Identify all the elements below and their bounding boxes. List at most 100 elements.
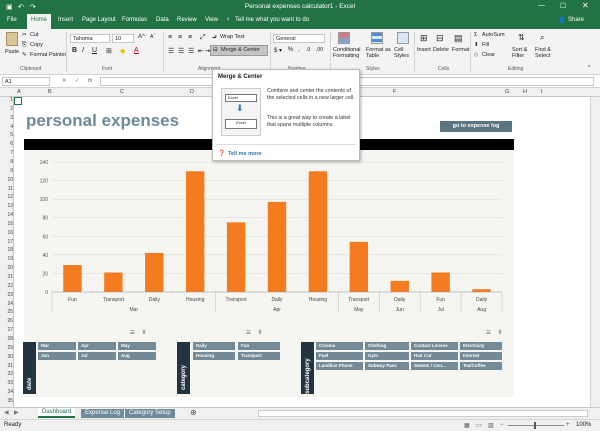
slicer-item-jun[interactable]: Jun (38, 352, 76, 360)
row-header[interactable]: 9 (0, 168, 13, 174)
fill-button[interactable]: Fill (482, 42, 489, 48)
slicer-item-jul[interactable]: Jul (78, 352, 116, 360)
align-right-icon[interactable]: ☰ (188, 47, 194, 55)
font-name-select[interactable]: Tahoma (70, 34, 110, 43)
tab-formulas[interactable]: Formulas (122, 17, 147, 23)
merge-icon[interactable]: ⊟ (213, 47, 218, 53)
fx-icon[interactable]: fx (88, 78, 92, 84)
slicer-item-transport[interactable]: Transport (238, 352, 280, 360)
vertical-scrollbar[interactable] (590, 97, 600, 407)
name-box[interactable]: A1 (2, 77, 50, 86)
autosum-button[interactable]: AutoSum (482, 32, 505, 38)
multi-select-icon[interactable]: ☰ (246, 330, 251, 336)
row-header[interactable]: 29 (0, 345, 13, 351)
align-top-icon[interactable]: ≡ (168, 34, 172, 41)
orientation-icon[interactable]: ⤢ (200, 34, 206, 42)
column-header[interactable]: I (541, 89, 543, 95)
fill-icon[interactable]: ⬇ (474, 42, 479, 48)
slicer-item-contact-lenses[interactable]: Contact Lenses (411, 342, 458, 350)
zoom-level[interactable]: 100% (576, 422, 591, 428)
column-header[interactable]: H (523, 89, 527, 95)
row-header[interactable]: 10 (0, 177, 13, 183)
add-sheet-icon[interactable]: ⊕ (190, 408, 197, 417)
column-header[interactable]: A (17, 89, 21, 95)
slicer-item-hair-cut[interactable]: Hair Cut (411, 352, 458, 360)
cut-icon[interactable]: ✂ (22, 32, 27, 38)
fill-color-icon[interactable]: ◆ (120, 47, 125, 55)
cell-styles-icon[interactable] (397, 32, 409, 44)
row-header[interactable]: 13 (0, 203, 13, 209)
insert-cells-icon[interactable]: ⊞ (420, 33, 428, 44)
copy-button[interactable]: Copy (30, 42, 43, 48)
cancel-icon[interactable]: ✕ (62, 78, 67, 84)
slicer-item-apr[interactable]: Apr (78, 342, 116, 350)
row-header[interactable]: 12 (0, 194, 13, 200)
row-header[interactable]: 22 (0, 283, 13, 289)
row-header[interactable]: 17 (0, 239, 13, 245)
row-header[interactable]: 23 (0, 292, 13, 298)
maximize-icon[interactable]: ☐ (560, 2, 566, 10)
collapse-ribbon-icon[interactable]: ^ (588, 65, 591, 71)
goto-expense-log-button[interactable]: go to expense log (440, 121, 512, 132)
row-header[interactable]: 19 (0, 256, 13, 262)
row-header[interactable]: 18 (0, 247, 13, 253)
autosum-icon[interactable]: Σ (474, 32, 477, 38)
format-cells-button[interactable]: Format (452, 47, 469, 53)
sheet-tab-category-setup[interactable]: Category Setup (125, 409, 175, 418)
tell-me-more-link[interactable]: Tell me more (228, 151, 262, 157)
column-header[interactable]: F (393, 89, 396, 95)
bold-icon[interactable]: B (72, 47, 77, 54)
wrap-text-button[interactable]: Wrap Text (220, 34, 245, 40)
increase-decimal-icon[interactable]: .0 (306, 47, 310, 53)
column-header[interactable]: B (48, 89, 52, 95)
paste-button[interactable]: Paste (5, 49, 19, 55)
sheet-tab-dashboard[interactable]: Dashboard (38, 408, 76, 418)
expenses-chart[interactable]: 0 20 40 60 80 100 120 140 Fun Transport Daily Housi… (24, 152, 514, 317)
row-header[interactable]: 27 (0, 327, 13, 333)
find-select-button[interactable]: Find & Select (535, 47, 559, 59)
zoom-in-icon[interactable]: + (566, 422, 570, 428)
shrink-font-icon[interactable]: Aˇ (150, 34, 155, 40)
tell-me-box[interactable]: Tell me what you want to do (235, 17, 309, 23)
row-header[interactable]: 14 (0, 212, 13, 218)
row-header[interactable]: 4 (0, 124, 13, 130)
tab-review[interactable]: Review (177, 17, 197, 23)
column-header[interactable]: C (120, 89, 124, 95)
row-header[interactable]: 1 (0, 97, 13, 103)
row-header[interactable]: 5 (0, 132, 13, 138)
cell-styles-button[interactable]: Cell Styles (394, 47, 412, 59)
tab-view[interactable]: View (205, 17, 218, 23)
find-select-icon[interactable]: ⌕ (540, 33, 544, 43)
row-header[interactable]: 32 (0, 371, 13, 377)
row-header[interactable]: 15 (0, 221, 13, 227)
enter-icon[interactable]: ✓ (75, 78, 80, 84)
format-painter-button[interactable]: Format Painter (30, 52, 66, 58)
row-header[interactable]: 16 (0, 230, 13, 236)
zoom-slider[interactable] (508, 425, 564, 426)
row-header[interactable]: 3 (0, 115, 13, 121)
prev-sheet-icon[interactable]: ◀ (4, 409, 9, 416)
decrease-indent-icon[interactable]: ⇤ (198, 47, 204, 55)
delete-cells-icon[interactable]: ⊟ (436, 33, 444, 44)
row-header[interactable]: 31 (0, 363, 13, 369)
slicer-item-aug[interactable]: Aug (118, 352, 156, 360)
row-header[interactable]: 34 (0, 389, 13, 395)
number-format-select[interactable]: General (273, 34, 325, 43)
cut-button[interactable]: Cut (30, 32, 39, 38)
zoom-out-icon[interactable]: − (500, 422, 504, 428)
tab-page-layout[interactable]: Page Layout (82, 17, 116, 23)
sort-filter-icon[interactable]: ⇅ (518, 33, 525, 42)
format-as-table-icon[interactable] (371, 32, 383, 44)
tab-insert[interactable]: Insert (58, 17, 73, 23)
clear-icon[interactable]: ◇ (474, 52, 478, 58)
tab-home[interactable]: Home (27, 14, 52, 29)
format-cells-icon[interactable]: ▤ (454, 33, 463, 44)
row-header[interactable]: 35 (0, 398, 13, 404)
underline-icon[interactable]: U (92, 47, 97, 54)
align-middle-icon[interactable]: ≡ (178, 34, 182, 41)
slicer-item-internet[interactable]: Internet (460, 352, 502, 360)
grow-font-icon[interactable]: A^ (138, 34, 145, 40)
slicer-item-housing[interactable]: Housing (193, 352, 235, 360)
percent-icon[interactable]: % (288, 47, 293, 53)
zoom-thumb[interactable] (534, 422, 536, 429)
